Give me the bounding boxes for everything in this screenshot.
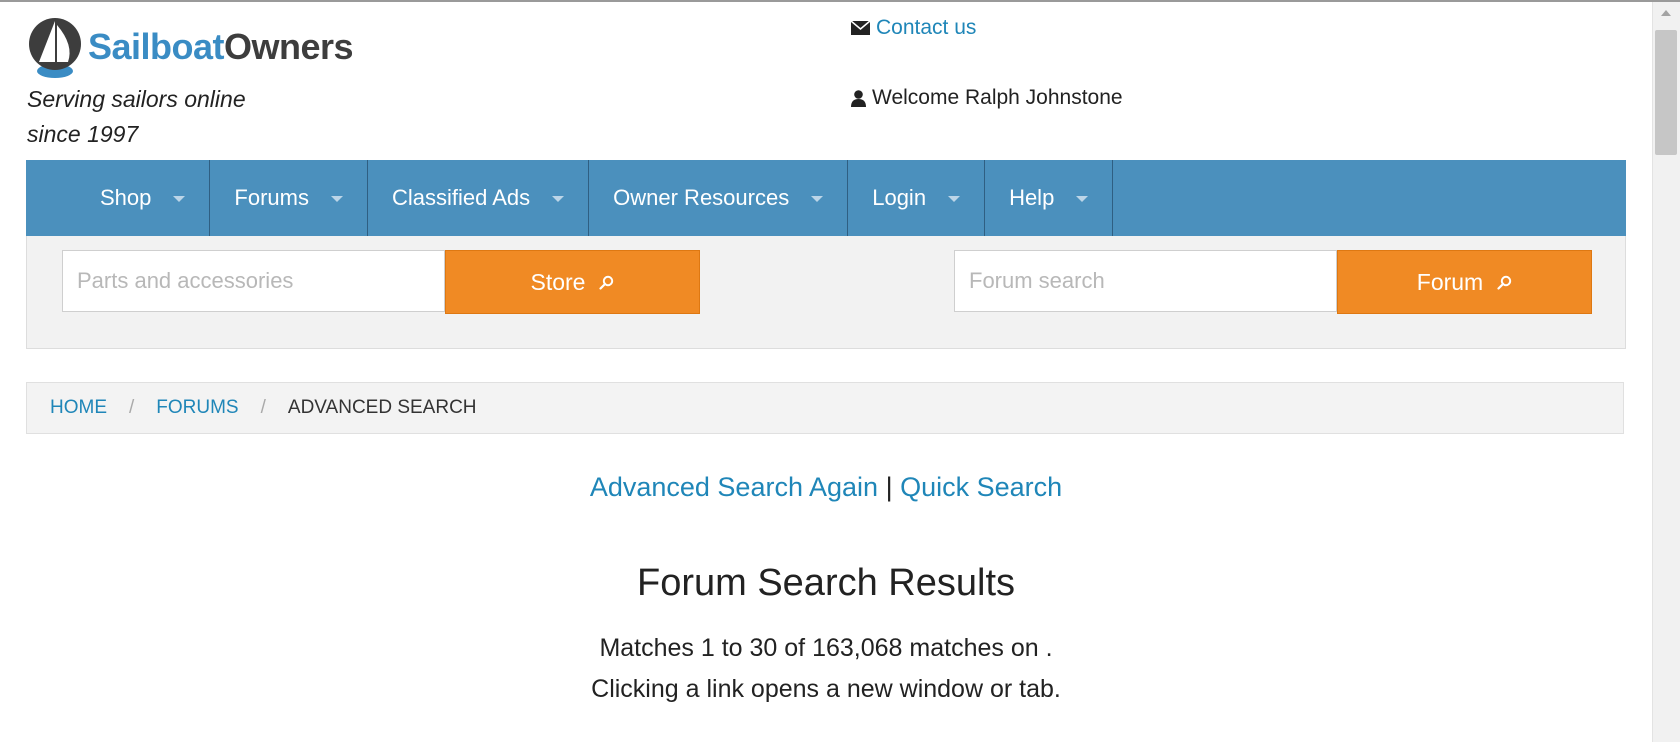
caret-down-icon	[948, 196, 961, 202]
nav-item-classified-ads[interactable]: Classified Ads	[368, 160, 590, 236]
logo-text-sailboat: Sailboat	[88, 26, 225, 67]
store-search-input[interactable]	[62, 250, 445, 312]
search-icon	[599, 275, 614, 290]
envelope-icon	[851, 21, 870, 35]
nav-item-label: Help	[1009, 185, 1055, 210]
store-search-label: Store	[530, 268, 586, 295]
logo-text-owners: Owners	[224, 26, 354, 67]
contact-us-link[interactable]: Contact us	[851, 16, 976, 40]
caret-down-icon	[330, 196, 343, 202]
vertical-scrollbar[interactable]	[1652, 2, 1680, 742]
nav-item-shop[interactable]: Shop	[76, 160, 211, 236]
quick-search-link[interactable]: Quick Search	[900, 472, 1062, 502]
nav-item-label: Shop	[100, 185, 152, 210]
nav-item-label: Forums	[234, 185, 309, 210]
nav-item-login[interactable]: Login	[848, 160, 986, 236]
nav-item-forums[interactable]: Forums	[210, 160, 368, 236]
forum-search-label: Forum	[1416, 268, 1484, 295]
breadcrumb-current: ADVANCED SEARCH	[287, 397, 477, 418]
welcome-text: Welcome Ralph Johnstone	[872, 86, 1123, 109]
welcome-user: Welcome Ralph Johnstone	[851, 86, 1123, 110]
site-tagline: Serving sailors online since 1997	[27, 82, 287, 152]
advanced-search-again-link[interactable]: Advanced Search Again	[590, 472, 878, 502]
caret-down-icon	[173, 196, 186, 202]
nav-item-label: Classified Ads	[391, 185, 531, 210]
forum-search-input[interactable]	[954, 250, 1337, 312]
sailboat-logo-icon	[29, 18, 81, 78]
user-icon	[851, 89, 866, 107]
search-mode-links: Advanced Search Again | Quick Search	[0, 472, 1652, 503]
site-logo[interactable]: SailboatOwners	[28, 15, 354, 79]
nav-item-owner-resources[interactable]: Owner Resources	[589, 160, 849, 236]
page: SailboatOwners Serving sailors online si…	[0, 2, 1652, 742]
breadcrumb-separator: /	[129, 397, 135, 418]
tagline-line-2: since 1997	[27, 121, 139, 147]
site-logo-text: SailboatOwners	[88, 26, 354, 67]
link-separator: |	[885, 472, 893, 502]
new-window-hint: Clicking a link opens a new window or ta…	[591, 675, 1061, 703]
contact-us-label: Contact us	[876, 16, 977, 39]
store-search-button[interactable]: Store	[445, 250, 700, 314]
caret-down-icon	[1076, 196, 1089, 202]
breadcrumb: HOME / FORUMS / ADVANCED SEARCH	[26, 382, 1624, 434]
caret-down-icon	[552, 196, 565, 202]
nav-item-help[interactable]: Help	[985, 160, 1114, 236]
nav-item-label: Owner Resources	[613, 185, 790, 210]
scrollbar-thumb[interactable]	[1655, 30, 1677, 155]
nav-item-label: Login	[872, 185, 927, 210]
breadcrumb-forums[interactable]: FORUMS	[156, 397, 238, 419]
breadcrumb-home[interactable]: HOME	[50, 397, 107, 419]
caret-down-icon	[811, 196, 824, 202]
matches-summary: Matches 1 to 30 of 163,068 matches on .	[599, 634, 1053, 662]
forum-search-button[interactable]: Forum	[1337, 250, 1592, 314]
search-icon	[1497, 275, 1512, 290]
breadcrumb-separator: /	[260, 397, 266, 418]
results-info: Matches 1 to 30 of 163,068 matches on . …	[0, 628, 1652, 710]
scroll-up-arrow-icon[interactable]	[1661, 10, 1671, 16]
page-title: Forum Search Results	[636, 562, 1015, 604]
tagline-line-1: Serving sailors online	[27, 86, 246, 112]
search-bar: Store Forum	[26, 236, 1626, 349]
main-nav: Shop Forums Classified Ads Owner Resourc…	[26, 160, 1626, 236]
